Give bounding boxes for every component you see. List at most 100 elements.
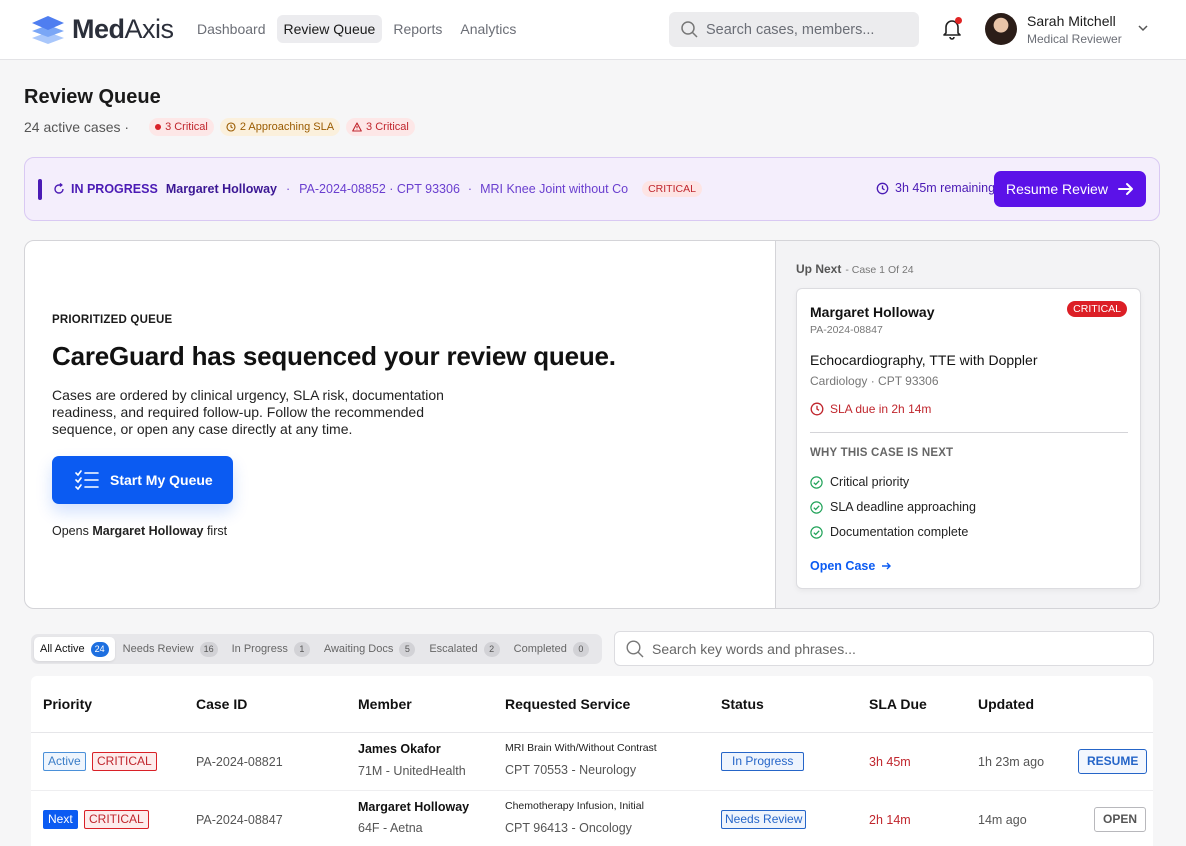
sla-due: 2h 14m [869, 813, 911, 827]
resume-review-button[interactable]: Resume Review [994, 171, 1146, 207]
member-name: Margaret Holloway [358, 800, 470, 814]
global-search-input[interactable]: Search cases, members... [669, 12, 919, 47]
why-next-heading: WHY THIS CASE IS NEXT [810, 447, 954, 459]
critical-pill[interactable]: 3 Critical [149, 118, 214, 136]
tab-awaiting-docs[interactable]: Awaiting Docs 5 [318, 637, 422, 661]
up-next-label: Up Next - Case 1 Of 24 [796, 262, 914, 276]
banner-member: Margaret Holloway [165, 182, 277, 196]
status-filter-tabs: All Active 24 Needs Review 16 In Progress 1… [31, 634, 602, 664]
reason-item: Critical priority [810, 475, 909, 489]
check-circle-icon [810, 475, 823, 489]
check-circle-icon [810, 500, 823, 514]
app-logo[interactable]: MedAxis [30, 12, 174, 46]
start-my-queue-button[interactable]: Start My Queue [52, 456, 233, 504]
case-id: PA-2024-08847 [196, 813, 283, 827]
active-tag: Active [43, 752, 86, 771]
nav-review-queue[interactable]: Review Queue [276, 15, 383, 43]
layers-logo-icon [32, 16, 64, 44]
status-badge: Needs Review [721, 810, 807, 829]
service-details: CPT 70553 - Neurology [505, 763, 637, 777]
status-badge: In Progress [721, 752, 805, 771]
banner-accent-bar [38, 179, 42, 200]
clock-icon [876, 182, 889, 194]
updated-time: 14m ago [978, 813, 1027, 827]
banner-case: PA-2024-08852 · CPT 93306 [299, 182, 460, 196]
card-divider [810, 432, 1128, 433]
arrow-right-icon [882, 562, 892, 570]
tab-count-badge: 0 [572, 641, 589, 657]
column-header-service[interactable]: Requested Service [505, 696, 630, 712]
check-circle-icon [810, 525, 823, 539]
user-role: Medical Reviewer [1027, 32, 1122, 46]
next-severity-badge: CRITICAL [1067, 301, 1127, 317]
case-id: PA-2024-08821 [196, 755, 283, 769]
tab-in-progress[interactable]: In Progress 1 [226, 637, 316, 661]
next-service: Echocardiography, TTE with Doppler [810, 352, 1038, 368]
tab-count-badge: 16 [199, 641, 218, 657]
service-name: MRI Brain With/Without Contrast [505, 742, 657, 754]
column-header-case-id[interactable]: Case ID [196, 696, 247, 712]
resume-case-button[interactable]: RESUME [1078, 749, 1148, 774]
member-details: 64F - Aetna [358, 821, 423, 835]
tab-needs-review[interactable]: Needs Review 16 [117, 637, 224, 661]
column-header-sla-due[interactable]: SLA Due [869, 696, 927, 712]
approaching-sla-pill[interactable]: 2 Approaching SLA [219, 118, 341, 136]
user-avatar[interactable] [985, 13, 1017, 45]
banner-status: IN PROGRESS [71, 182, 158, 196]
arrow-right-icon [1117, 183, 1133, 195]
tab-all-active[interactable]: All Active 24 [34, 637, 115, 661]
next-member-name: Margaret Holloway [810, 304, 935, 320]
cases-table: Priority Case ID Member Requested Servic… [31, 676, 1153, 846]
in-progress-banner: IN PROGRESS Margaret Holloway · PA-2024-… [24, 157, 1160, 221]
tab-completed[interactable]: Completed 0 [508, 637, 595, 661]
page-title: Review Queue [24, 86, 161, 108]
tab-count-badge: 2 [483, 641, 500, 657]
banner-time-remaining: 3h 45m remaining [876, 181, 995, 195]
nav-analytics[interactable]: Analytics [453, 15, 523, 43]
open-case-link[interactable]: Open Case [810, 559, 892, 573]
red-dot-icon [155, 124, 162, 130]
banner-service: MRI Knee Joint without Co [480, 182, 629, 196]
nav-dashboard[interactable]: Dashboard [190, 15, 273, 43]
tab-count-badge: 5 [399, 641, 416, 657]
hero-kicker: PRIORITIZED QUEUE [52, 314, 173, 326]
column-header-priority[interactable]: Priority [43, 696, 92, 712]
service-details: CPT 96413 - Oncology [505, 821, 632, 835]
clock-icon [810, 402, 824, 416]
member-details: 71M - UnitedHealth [358, 764, 466, 778]
clock-icon [226, 122, 236, 132]
reason-item: SLA deadline approaching [810, 500, 976, 514]
next-case-id: PA-2024-08847 [810, 324, 883, 336]
table-search-input[interactable]: Search key words and phrases... [614, 631, 1154, 666]
alert-triangle-icon [352, 122, 362, 132]
table-row[interactable]: Next CRITICAL PA-2024-08847 Margaret Hol… [31, 791, 1153, 846]
opens-first-note: Opens Margaret Holloway first [52, 524, 228, 538]
open-case-button[interactable]: OPEN [1094, 807, 1147, 832]
app-name: MedAxis [72, 13, 174, 44]
search-icon [626, 639, 644, 657]
table-row[interactable]: Active CRITICAL PA-2024-08821 James Okaf… [31, 733, 1153, 791]
hero-description: Cases are ordered by clinical urgency, S… [52, 387, 444, 437]
banner-severity-badge: CRITICAL [642, 181, 702, 197]
reason-item: Documentation complete [810, 525, 968, 539]
queue-hero-card: PRIORITIZED QUEUE CareGuard has sequence… [24, 240, 1160, 609]
column-header-member[interactable]: Member [358, 696, 412, 712]
nav-reports[interactable]: Reports [386, 15, 449, 43]
column-header-status[interactable]: Status [721, 696, 764, 712]
critical-alert-pill[interactable]: 3 Critical [346, 118, 415, 136]
up-next-case-card[interactable]: Margaret Holloway PA-2024-08847 CRITICAL… [796, 288, 1141, 589]
chevron-down-icon[interactable] [1137, 22, 1149, 34]
next-specialty: Cardiology · CPT 93306 [810, 374, 939, 388]
priority-badge: CRITICAL [84, 810, 149, 829]
refresh-icon [54, 183, 64, 194]
active-cases-count: 24 active cases · [24, 119, 130, 135]
next-tag: Next [43, 810, 78, 829]
queue-summary: 24 active cases · 3 Critical 2 Approachi… [24, 118, 415, 136]
table-search-placeholder: Search key words and phrases... [652, 640, 856, 657]
service-name: Chemotherapy Infusion, Initial [505, 800, 644, 812]
sla-due: 3h 45m [869, 755, 911, 769]
tab-escalated[interactable]: Escalated 2 [423, 637, 505, 661]
hero-title: CareGuard has sequenced your review queu… [52, 341, 616, 371]
column-header-updated[interactable]: Updated [978, 696, 1034, 712]
tab-count-badge: 1 [293, 641, 310, 657]
